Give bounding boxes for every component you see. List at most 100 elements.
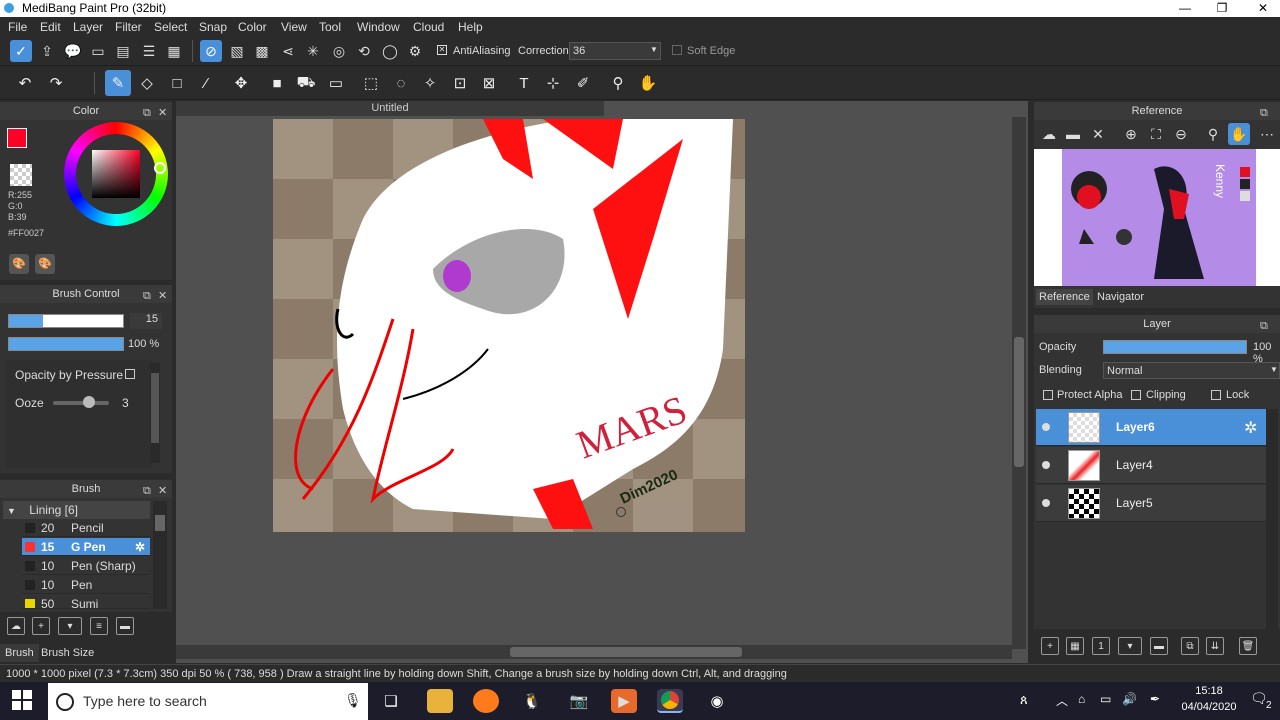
- share-icon[interactable]: ⇪: [36, 40, 58, 62]
- chrome-icon[interactable]: [657, 689, 683, 713]
- select-tool-icon[interactable]: ⬚: [358, 70, 384, 96]
- menu-edit[interactable]: Edit: [40, 20, 61, 34]
- saturation-value-square[interactable]: [92, 150, 140, 198]
- menu-filter[interactable]: Filter: [115, 20, 142, 34]
- soft-edge-checkbox[interactable]: [672, 44, 687, 56]
- brush-size-slider[interactable]: [8, 314, 124, 328]
- menu-snap[interactable]: Snap: [199, 20, 227, 34]
- firefox-icon[interactable]: [473, 689, 499, 713]
- brush-item-pen-sharp[interactable]: 10 Pen (Sharp): [22, 557, 150, 575]
- tab-navigator[interactable]: Navigator: [1094, 289, 1147, 305]
- zoom-in-icon[interactable]: ⊕: [1120, 123, 1142, 145]
- horizontal-scrollbar[interactable]: [176, 645, 1012, 659]
- speech-bubble-icon[interactable]: ▭: [87, 40, 109, 62]
- menu-layer[interactable]: Layer: [73, 20, 103, 34]
- more-icon[interactable]: ⋯: [1256, 123, 1278, 145]
- brush-item-pencil[interactable]: 20 Pencil: [22, 519, 150, 537]
- grid-snap-icon[interactable]: ▩: [251, 40, 273, 62]
- palette-icon[interactable]: 🎨: [9, 254, 29, 274]
- brush-item-g-pen[interactable]: 15 G Pen ✲: [22, 538, 150, 556]
- primary-color-swatch[interactable]: [7, 128, 27, 148]
- fill-rectangle-tool-icon[interactable]: ■: [264, 70, 290, 96]
- eyedropper-icon[interactable]: ⚲: [1202, 123, 1224, 145]
- hand-icon[interactable]: ✋: [1228, 123, 1250, 145]
- new-8bit-layer-icon[interactable]: 1: [1092, 637, 1110, 655]
- clipping-checkbox[interactable]: [1131, 389, 1146, 401]
- layer-opacity-slider[interactable]: [1103, 340, 1247, 354]
- layer-row-layer6[interactable]: Layer6 ✲: [1036, 409, 1266, 446]
- bucket-tool-icon[interactable]: ⛟: [293, 70, 319, 96]
- snap-off-icon[interactable]: ⊘: [200, 40, 222, 62]
- antialiasing-checkbox[interactable]: ✕: [437, 44, 452, 56]
- merge-layer-icon[interactable]: ⇊: [1206, 637, 1224, 655]
- duplicate-layer-icon[interactable]: ⧉: [1181, 637, 1199, 655]
- layer-folder-icon[interactable]: ▬: [1150, 637, 1168, 655]
- delete-layer-icon[interactable]: 🗑: [1239, 637, 1257, 655]
- new-layer-icon[interactable]: +: [1041, 637, 1059, 655]
- menu-help[interactable]: Help: [458, 20, 483, 34]
- lock-checkbox[interactable]: [1211, 389, 1226, 401]
- tab-brush-size[interactable]: Brush Size: [36, 644, 99, 662]
- menu-color[interactable]: Color: [238, 20, 267, 34]
- lasso-tool-icon[interactable]: ◌: [388, 70, 414, 96]
- camera-icon[interactable]: 📷: [566, 689, 592, 713]
- ooze-slider[interactable]: [53, 401, 109, 405]
- menu-window[interactable]: Window: [357, 20, 400, 34]
- document-tab[interactable]: Untitled: [176, 101, 604, 116]
- network-icon[interactable]: ⌂: [1078, 692, 1085, 706]
- brush-opacity-slider[interactable]: [8, 337, 124, 351]
- transparent-swatch[interactable]: [10, 164, 32, 186]
- ellipse-snap-icon[interactable]: ◯: [379, 40, 401, 62]
- taskbar-search-box[interactable]: Type here to search 🎙: [48, 683, 368, 720]
- list-icon[interactable]: ☰: [138, 40, 160, 62]
- layer-row-layer4[interactable]: Layer4: [1036, 447, 1266, 484]
- visibility-eye-icon[interactable]: [1042, 423, 1050, 431]
- chevron-up-icon[interactable]: ︿: [1056, 692, 1068, 709]
- divide-tool-icon[interactable]: ⊹: [540, 70, 566, 96]
- brush-item-pen[interactable]: 10 Pen: [22, 576, 150, 594]
- blending-select[interactable]: Normal ▼: [1103, 362, 1280, 379]
- blur-tool-icon[interactable]: ✐: [570, 70, 596, 96]
- cloud-ref-icon[interactable]: ☁: [1038, 123, 1060, 145]
- select-eraser-tool-icon[interactable]: ⊠: [476, 70, 502, 96]
- ooze-slider-handle[interactable]: [83, 396, 95, 408]
- panel-icon[interactable]: ▦: [163, 40, 185, 62]
- new-halftone-layer-icon[interactable]: ▦: [1066, 637, 1084, 655]
- radial-snap-icon[interactable]: ✳: [302, 40, 324, 62]
- close-reference-icon[interactable]: ✕: [1087, 123, 1109, 145]
- vanishing-snap-icon[interactable]: ⋖: [277, 40, 299, 62]
- correction-select[interactable]: 36 ▼: [569, 42, 661, 60]
- brush-control-scrollbar[interactable]: [150, 363, 160, 463]
- menu-file[interactable]: File: [8, 20, 27, 34]
- parallel-snap-icon[interactable]: ▧: [226, 40, 248, 62]
- page-icon[interactable]: ▤: [112, 40, 134, 62]
- volume-icon[interactable]: 🔊: [1122, 692, 1137, 706]
- visibility-eye-icon[interactable]: [1042, 461, 1050, 469]
- menu-view[interactable]: View: [281, 20, 307, 34]
- brush-group-lining[interactable]: ▼ Lining [6]: [3, 501, 150, 519]
- taskbar-time[interactable]: 15:18: [1178, 685, 1240, 697]
- close-button[interactable]: ✕: [1246, 0, 1280, 17]
- cloud-brush-icon[interactable]: ☁: [7, 617, 25, 635]
- add-brush-menu-icon[interactable]: ▾: [58, 617, 82, 635]
- file-explorer-icon[interactable]: [427, 689, 453, 713]
- task-view-icon[interactable]: ❏: [378, 689, 404, 713]
- app-penguin-icon[interactable]: 🐧: [519, 689, 545, 713]
- hand-tool-icon[interactable]: ✋: [635, 70, 661, 96]
- color-history-icon[interactable]: 🎨: [35, 254, 55, 274]
- artwork-canvas[interactable]: MARS Dim2020: [273, 119, 745, 532]
- gradient-tool-icon[interactable]: ▭: [323, 70, 349, 96]
- circle-snap-icon[interactable]: ◎: [328, 40, 350, 62]
- media-player-icon[interactable]: ▶: [611, 689, 637, 713]
- obs-icon[interactable]: ◉: [704, 689, 730, 713]
- windows-start-icon[interactable]: [12, 690, 32, 710]
- brush-properties-icon[interactable]: ≡: [90, 617, 108, 635]
- new-brush-icon[interactable]: +: [32, 617, 50, 635]
- hue-handle[interactable]: [154, 162, 166, 174]
- brush-size-value[interactable]: 15: [130, 313, 162, 329]
- protect-alpha-checkbox[interactable]: [1043, 389, 1058, 401]
- comment-icon[interactable]: 💬: [62, 40, 84, 62]
- layer-row-layer5[interactable]: Layer5: [1036, 485, 1266, 522]
- battery-icon[interactable]: ▭: [1100, 692, 1111, 706]
- brush-folder-icon[interactable]: ▬: [116, 617, 134, 635]
